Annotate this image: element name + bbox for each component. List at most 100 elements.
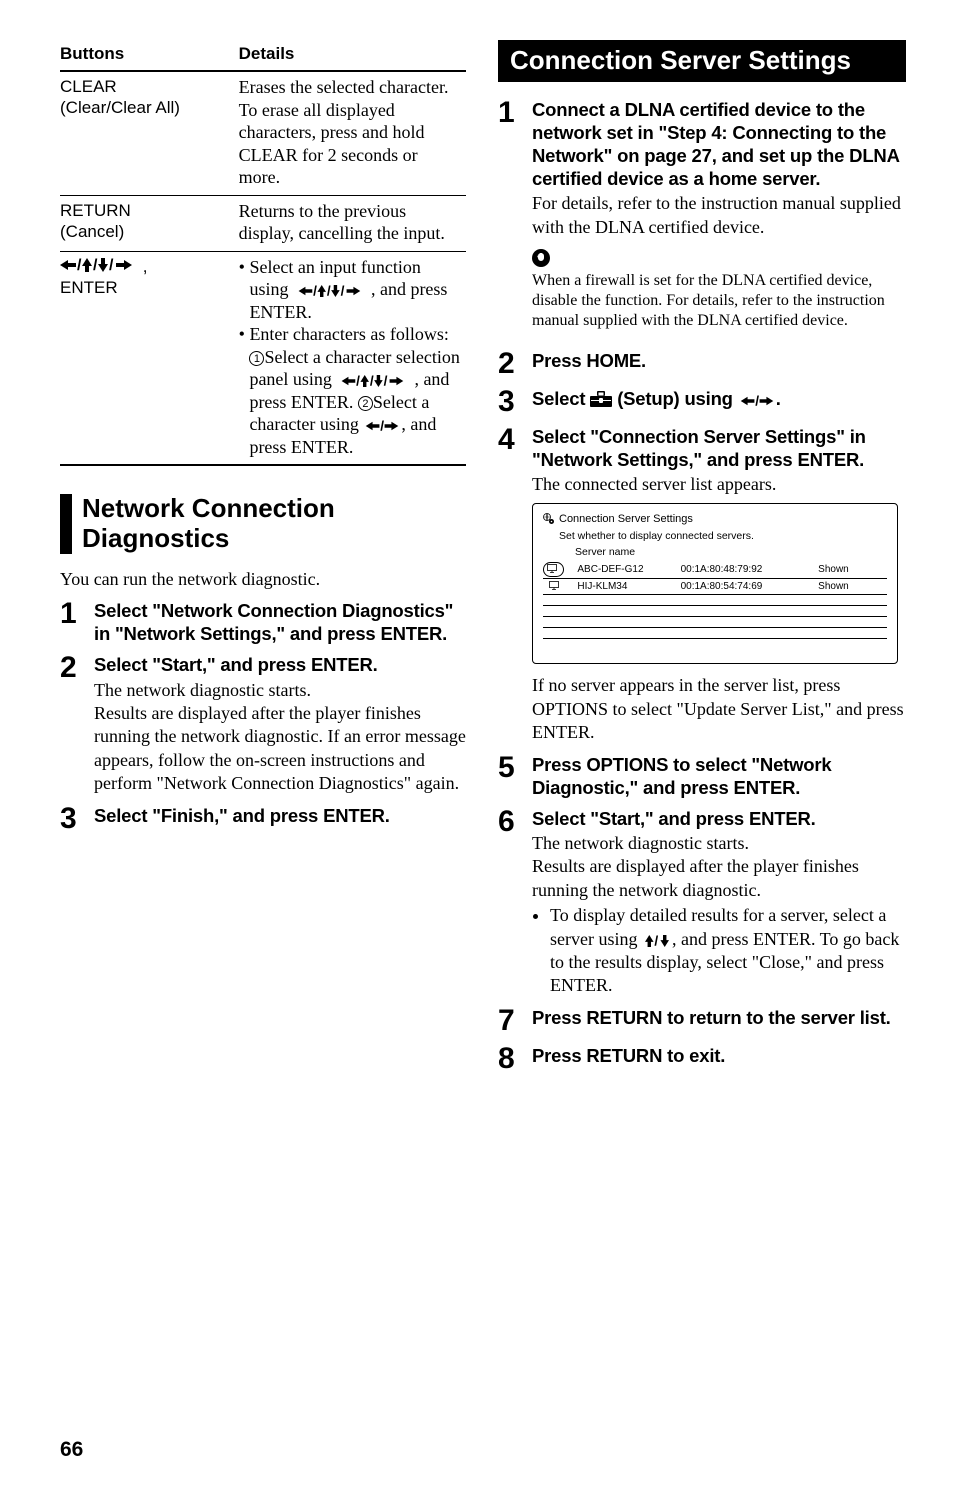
step-item: 5 Press OPTIONS to select "Network Diagn… bbox=[498, 753, 906, 799]
note-icon bbox=[532, 249, 550, 267]
button-sub: (Clear/Clear All) bbox=[60, 98, 180, 117]
button-detail: • Select an input function using ///, an… bbox=[239, 251, 466, 465]
step-bullet: To display detailed results for a server… bbox=[550, 904, 906, 998]
step-number: 3 bbox=[60, 804, 94, 834]
arrow-icon: / bbox=[738, 388, 776, 409]
step-text: If no server appears in the server list,… bbox=[532, 674, 906, 744]
two-column-layout: Buttons Details CLEAR (Clear/Clear All) … bbox=[60, 40, 906, 1082]
step-title: Press OPTIONS to select "Network Diagnos… bbox=[532, 753, 906, 799]
section-heading-connection-server: Connection Server Settings bbox=[498, 40, 906, 82]
step-title: Press RETURN to exit. bbox=[532, 1044, 906, 1067]
circled-1-icon: 1 bbox=[249, 351, 264, 366]
svg-text:/: / bbox=[370, 375, 374, 387]
step-title: Press HOME. bbox=[532, 349, 906, 372]
arrow-icon: / bbox=[642, 929, 672, 949]
step-text: For details, refer to the instruction ma… bbox=[532, 192, 906, 239]
step-number: 2 bbox=[498, 349, 532, 379]
step-text: The network diagnostic starts. Results a… bbox=[532, 832, 906, 902]
svg-text:/: / bbox=[755, 395, 759, 407]
server-status: Shown bbox=[818, 561, 887, 579]
step-number: 3 bbox=[498, 387, 532, 417]
arrow-icon: / / / bbox=[293, 279, 371, 299]
right-steps: 1 Connect a DLNA certified device to the… bbox=[498, 98, 906, 1074]
setup-toolbox-icon bbox=[590, 389, 612, 412]
server-mac: 00:1A:80:48:79:92 bbox=[681, 561, 819, 579]
step-item: 1 Connect a DLNA certified device to the… bbox=[498, 98, 906, 341]
svg-text:/: / bbox=[654, 935, 658, 947]
step-text: The connected server list appears. bbox=[532, 473, 906, 496]
svg-text:/: / bbox=[313, 285, 317, 297]
step-item: 3 Select "Finish," and press ENTER. bbox=[60, 804, 466, 834]
server-list-figure: Connection Server Settings Set whether t… bbox=[532, 503, 898, 665]
button-sub: (Cancel) bbox=[60, 222, 124, 241]
table-header-details: Details bbox=[239, 40, 466, 71]
intro-text: You can run the network diagnostic. bbox=[60, 568, 466, 591]
step-title: Select "Connection Server Settings" in "… bbox=[532, 425, 906, 471]
step-number: 1 bbox=[498, 98, 532, 128]
figure-column-header: Server name bbox=[543, 546, 887, 560]
button-name: CLEAR bbox=[60, 77, 117, 96]
server-status: Shown bbox=[818, 579, 887, 595]
step-title: Select "Start," and press ENTER. bbox=[532, 807, 906, 830]
step-title: Select "Start," and press ENTER. bbox=[94, 653, 466, 676]
step-item: 7 Press RETURN to return to the server l… bbox=[498, 1006, 906, 1036]
svg-text:/: / bbox=[109, 258, 114, 272]
figure-subtitle: Set whether to display connected servers… bbox=[543, 530, 887, 544]
left-column: Buttons Details CLEAR (Clear/Clear All) … bbox=[60, 40, 466, 1082]
server-mac: 00:1A:80:54:74:69 bbox=[681, 579, 819, 595]
table-header-buttons: Buttons bbox=[60, 40, 239, 71]
button-detail: Erases the selected character. To erase … bbox=[239, 71, 466, 195]
step-item: 3 Select (Setup) using /. bbox=[498, 387, 906, 417]
step-title: Press RETURN to return to the server lis… bbox=[532, 1006, 906, 1029]
step-item: 8 Press RETURN to exit. bbox=[498, 1044, 906, 1074]
server-name: HIJ-KLM34 bbox=[577, 579, 680, 595]
button-detail: Returns to the previous display, cancell… bbox=[239, 195, 466, 251]
server-name: ABC-DEF-G12 bbox=[577, 561, 680, 579]
step-item: 2 Press HOME. bbox=[498, 349, 906, 379]
step-item: 4 Select "Connection Server Settings" in… bbox=[498, 425, 906, 744]
note-text: When a firewall is set for the DLNA cert… bbox=[532, 271, 906, 331]
step-number: 7 bbox=[498, 1006, 532, 1036]
table-row: RETURN (Cancel) Returns to the previous … bbox=[60, 195, 466, 251]
svg-text:/: / bbox=[341, 285, 345, 297]
step-title: Select "Finish," and press ENTER. bbox=[94, 804, 466, 827]
right-column: Connection Server Settings 1 Connect a D… bbox=[498, 40, 906, 1082]
step-title: Select (Setup) using /. bbox=[532, 387, 906, 412]
section-heading-network-diagnostics: Network Connection Diagnostics bbox=[60, 494, 466, 554]
step-number: 5 bbox=[498, 753, 532, 783]
buttons-details-table: Buttons Details CLEAR (Clear/Clear All) … bbox=[60, 40, 466, 466]
table-row: CLEAR (Clear/Clear All) Erases the selec… bbox=[60, 71, 466, 195]
server-row: ABC-DEF-G12 00:1A:80:48:79:92 Shown bbox=[543, 561, 887, 579]
step-number: 8 bbox=[498, 1044, 532, 1074]
step-text: The network diagnostic starts. Results a… bbox=[94, 679, 466, 796]
monitor-icon bbox=[547, 564, 557, 573]
step-number: 6 bbox=[498, 807, 532, 837]
svg-text:/: / bbox=[327, 285, 331, 297]
circled-2-icon: 2 bbox=[358, 396, 373, 411]
svg-text:/: / bbox=[77, 258, 82, 272]
button-name: RETURN bbox=[60, 201, 131, 220]
figure-title: Connection Server Settings bbox=[559, 512, 693, 526]
page-number: 66 bbox=[60, 1438, 83, 1462]
svg-text:/: / bbox=[93, 258, 98, 272]
step-number: 4 bbox=[498, 425, 532, 455]
server-row: HIJ-KLM34 00:1A:80:54:74:69 Shown bbox=[543, 579, 887, 595]
left-steps: 1 Select "Network Connection Diagnostics… bbox=[60, 599, 466, 833]
step-number: 1 bbox=[60, 599, 94, 629]
monitor-icon bbox=[549, 581, 559, 590]
svg-text:/: / bbox=[384, 375, 388, 387]
table-row: /// , ENTER • Select an input function u… bbox=[60, 251, 466, 465]
step-title: Select "Network Connection Diagnostics" … bbox=[94, 599, 466, 645]
step-item: 2 Select "Start," and press ENTER. The n… bbox=[60, 653, 466, 795]
step-item: 1 Select "Network Connection Diagnostics… bbox=[60, 599, 466, 645]
arrow-icon: / / / bbox=[60, 257, 143, 276]
svg-text:/: / bbox=[357, 375, 361, 387]
arrow-icon: / / / bbox=[336, 369, 414, 389]
button-sub: ENTER bbox=[60, 278, 118, 297]
step-item: 6 Select "Start," and press ENTER. The n… bbox=[498, 807, 906, 998]
svg-text:/: / bbox=[381, 420, 385, 432]
gear-globe-icon bbox=[543, 513, 555, 525]
arrow-icon: / bbox=[363, 414, 401, 434]
step-title: Connect a DLNA certified device to the n… bbox=[532, 98, 906, 191]
step-number: 2 bbox=[60, 653, 94, 683]
